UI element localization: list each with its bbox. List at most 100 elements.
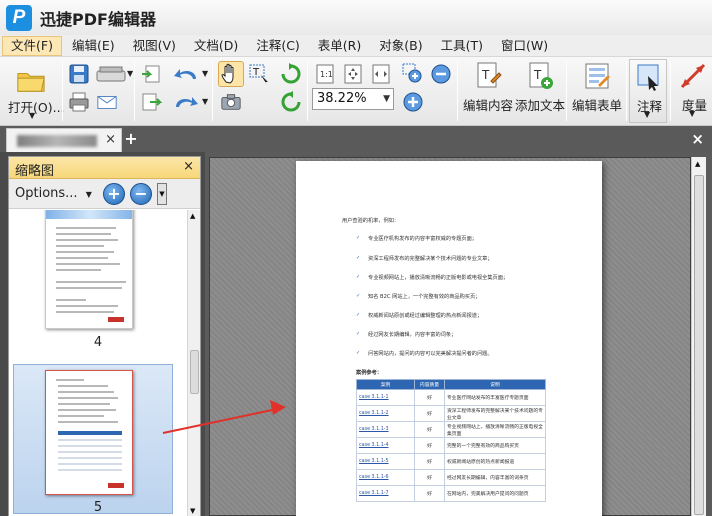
menu-document[interactable]: 文档(D): [186, 36, 246, 56]
export-icon[interactable]: [140, 91, 162, 113]
table-header: 内容质量: [414, 379, 445, 390]
options-menu[interactable]: Options... ▼: [15, 186, 92, 201]
quality-cell: 好: [414, 485, 445, 502]
fit-width-icon[interactable]: [370, 63, 392, 85]
chevron-down-icon[interactable]: ▼: [202, 97, 208, 106]
snapshot-icon[interactable]: [220, 91, 242, 113]
menu-object[interactable]: 对象(B): [371, 36, 430, 56]
new-tab-button[interactable]: +: [124, 130, 138, 148]
check-icon: ✓: [356, 293, 361, 299]
rotate-counterclockwise-icon[interactable]: [280, 91, 302, 113]
main-toolbar: 打开(O)... ▼ ▼ ▼ ▼ T 1:1 38.22% ▼ T 编辑内容 T…: [0, 57, 712, 126]
panel-title: 缩略图: [15, 164, 55, 179]
select-text-icon[interactable]: T: [248, 63, 270, 85]
table-row: case 3.1.1-1 好 专业医疗网站发布的丰富医疗专题页面: [356, 389, 546, 406]
zoom-out-icon[interactable]: [430, 63, 452, 85]
thumbnail-page-4[interactable]: [45, 210, 133, 329]
quality-cell: 好: [414, 437, 445, 454]
case-link[interactable]: case 3.1.1-5: [356, 453, 415, 470]
menu-window[interactable]: 窗口(W): [493, 36, 556, 56]
scroll-down-arrow[interactable]: ▼: [190, 507, 195, 515]
add-text-icon: T: [529, 62, 553, 89]
quality-cell: 好: [414, 405, 445, 422]
zoom-value: 38.22%: [317, 91, 367, 106]
scroll-up-arrow[interactable]: ▲: [695, 160, 700, 168]
menu-edit[interactable]: 编辑(E): [64, 36, 123, 56]
panel-header: 缩略图 ×: [9, 157, 200, 179]
undo-icon[interactable]: [172, 63, 200, 85]
thumbnail-scrollbar[interactable]: ▲ ▼: [187, 210, 200, 516]
quality-cell: 好: [414, 389, 445, 406]
scanner-icon[interactable]: [96, 63, 126, 85]
menu-tools[interactable]: 工具(T): [433, 36, 491, 56]
menu-view[interactable]: 视图(V): [125, 36, 184, 56]
case-link[interactable]: case 3.1.1-2: [356, 405, 415, 422]
zoom-in-thumbnails-icon[interactable]: +: [103, 183, 125, 205]
note-cell: 完整的一个完整有效的商品购买页: [444, 437, 546, 454]
table-row: case 3.1.1-2 好 资深工程师发布的完整解决某个技术问题的专业文章: [356, 405, 546, 422]
quality-cell: 好: [414, 421, 445, 438]
case-link[interactable]: case 3.1.1-7: [356, 485, 415, 502]
table-row: case 3.1.1-7 好 在网站内，完美解决用户提问的问题页: [356, 485, 546, 502]
print-icon[interactable]: [68, 91, 90, 113]
menu-file[interactable]: 文件(F): [2, 35, 62, 56]
chevron-down-icon[interactable]: ▼: [127, 69, 133, 78]
svg-text:T: T: [481, 68, 490, 82]
bullet-text: 专业医疗机构发布的内容丰富权威的专题页面；: [368, 236, 477, 242]
chevron-down-icon: ▼: [85, 190, 92, 199]
email-icon[interactable]: [96, 91, 118, 113]
table-row: case 3.1.1-3 好 专业视频网站上，播放清晰流畅的正版电视全集页面: [356, 421, 546, 438]
zoom-level-select[interactable]: 38.22% ▼: [312, 88, 394, 110]
close-icon[interactable]: ×: [105, 132, 116, 147]
document-scrollbar[interactable]: ▲: [691, 157, 706, 516]
folder-icon: [17, 72, 45, 92]
zoom-in-icon[interactable]: [402, 91, 424, 113]
measure-button[interactable]: 度量 ▼: [674, 59, 712, 123]
thumbnail-page-5[interactable]: [45, 370, 133, 495]
menu-comment[interactable]: 注释(C): [248, 36, 307, 56]
rotate-clockwise-icon[interactable]: [280, 63, 302, 85]
open-button[interactable]: 打开(O)... ▼: [4, 61, 65, 123]
menu-bar: 文件(F) 编辑(E) 视图(V) 文档(D) 注释(C) 表单(R) 对象(B…: [0, 35, 712, 57]
edit-form-button[interactable]: 编辑表单: [570, 59, 626, 121]
redo-icon[interactable]: [172, 91, 200, 113]
close-all-button[interactable]: ×: [691, 130, 704, 148]
save-icon[interactable]: [68, 63, 90, 85]
app-window: P 迅捷PDF编辑器 文件(F) 编辑(E) 视图(V) 文档(D) 注释(C)…: [0, 0, 712, 516]
add-text-button[interactable]: T 添加文本: [513, 59, 569, 121]
hand-tool-button[interactable]: [218, 61, 244, 87]
case-link[interactable]: case 3.1.1-3: [356, 421, 415, 438]
bullet-text: 资深工程师发布的完整解决某个技术问题的专业文章；: [368, 256, 493, 262]
fit-page-icon[interactable]: [342, 63, 364, 85]
close-icon[interactable]: ×: [183, 159, 194, 174]
note-cell: 在网站内，完美解决用户提问的问题页: [444, 485, 546, 502]
check-icon: ✓: [356, 255, 361, 261]
note-cell: 经过网友长期编辑，内容丰富的词条页: [444, 469, 546, 486]
chevron-down-icon[interactable]: ▼: [157, 183, 167, 205]
edit-content-label: 编辑内容: [463, 98, 514, 113]
panel-toolbar: Options... ▼ + − ▼: [9, 179, 200, 209]
import-icon[interactable]: [140, 63, 162, 85]
table-header: 说明: [444, 379, 546, 390]
annotate-icon: [637, 64, 659, 91]
case-link[interactable]: case 3.1.1-6: [356, 469, 415, 486]
thumbnail-list: 4 5: [9, 210, 187, 516]
scrollbar-thumb[interactable]: [694, 175, 704, 515]
case-link[interactable]: case 3.1.1-4: [356, 437, 415, 454]
tab-document[interactable]: ×: [6, 128, 122, 152]
marquee-zoom-icon[interactable]: [402, 63, 424, 85]
actual-size-icon[interactable]: 1:1: [314, 63, 336, 85]
pdf-page[interactable]: 用户查验的机率，例如： ✓ 专业医疗机构发布的内容丰富权威的专题页面； ✓ 资深…: [296, 161, 602, 516]
chevron-down-icon[interactable]: ▼: [202, 69, 208, 78]
menu-form[interactable]: 表单(R): [310, 36, 369, 56]
scroll-up-arrow[interactable]: ▲: [190, 212, 195, 220]
svg-text:1:1: 1:1: [320, 70, 333, 79]
scrollbar-thumb[interactable]: [190, 350, 199, 394]
case-link[interactable]: case 3.1.1-1: [356, 389, 415, 406]
edit-content-button[interactable]: T 编辑内容: [461, 59, 515, 121]
page-canvas[interactable]: 用户查验的机率，例如： ✓ 专业医疗机构发布的内容丰富权威的专题页面； ✓ 资深…: [209, 157, 691, 516]
thumbnail-page-number: 4: [93, 335, 103, 350]
bullet-text: 问答网站内，提问的内容可以完美解决提问者的问题。: [368, 351, 493, 357]
zoom-out-thumbnails-icon[interactable]: −: [130, 183, 152, 205]
annotate-button[interactable]: 注释 ▼: [629, 59, 667, 123]
